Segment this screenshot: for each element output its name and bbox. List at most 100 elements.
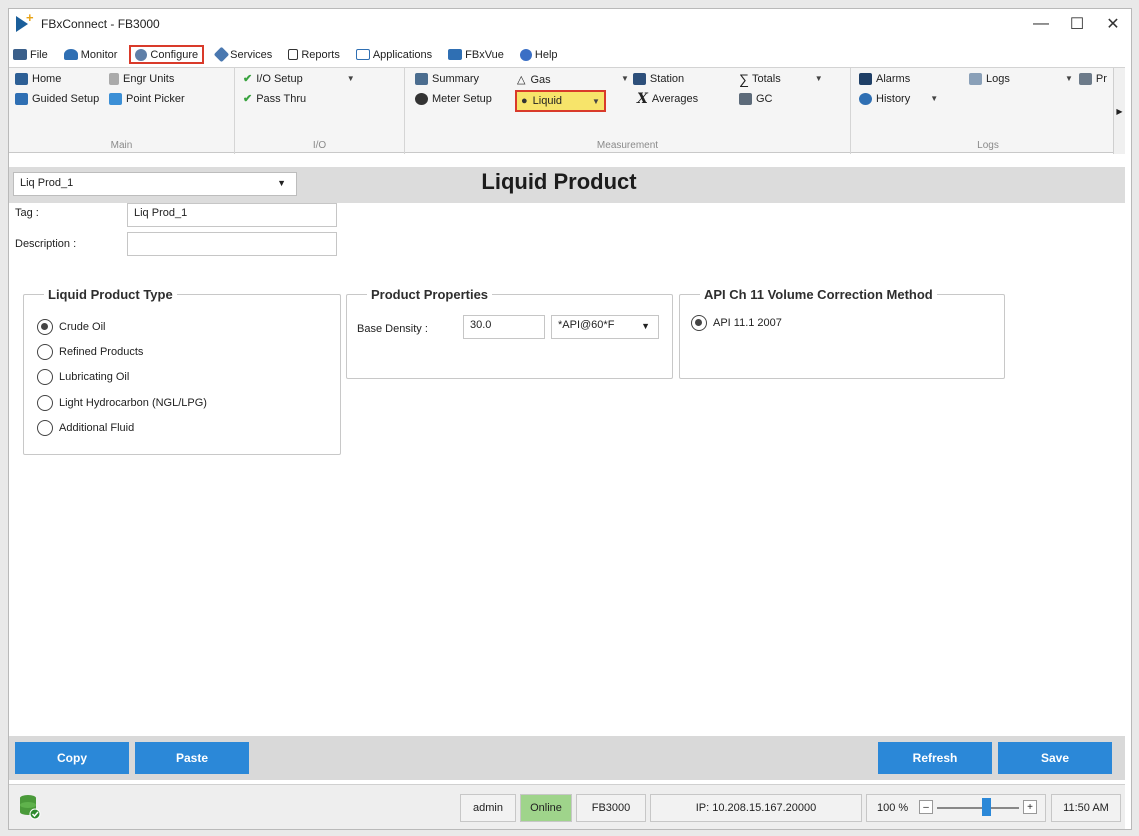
ribbon-history[interactable]: History ▼ (859, 90, 938, 107)
help-icon (519, 48, 532, 61)
menu-services[interactable]: Services (212, 45, 276, 64)
tools-icon (213, 46, 230, 63)
ribbon-guided-setup[interactable]: Guided Setup (15, 90, 99, 107)
base-density-field[interactable]: 30.0 (463, 315, 545, 339)
radio-button[interactable] (37, 395, 53, 411)
ribbon-point-picker[interactable]: Point Picker (109, 90, 185, 107)
radio-button[interactable] (691, 315, 707, 331)
tag-label: Tag : (15, 207, 39, 219)
api-ch11-legend: API Ch 11 Volume Correction Method (704, 287, 933, 302)
print-icon (1078, 72, 1092, 85)
close-button[interactable]: ✕ (1095, 9, 1131, 39)
description-label: Description : (15, 238, 77, 250)
ribbon: Home Engr Units Guided Setup Point Picke… (9, 67, 1125, 154)
radio-button[interactable] (37, 344, 53, 360)
ribbon-station[interactable]: ▼ Station (621, 70, 684, 87)
radio-api-11-1-2007[interactable]: API 11.1 2007 (691, 315, 782, 331)
alarm-icon (859, 72, 872, 85)
check-icon: ✔ (243, 93, 253, 105)
ribbon-group-io: ✔ I/O Setup ▼ ✔ Pass Thru I/O (235, 68, 405, 154)
ribbon-group-main: Home Engr Units Guided Setup Point Picke… (9, 68, 235, 154)
ribbon-scroll-right-icon[interactable]: ▶ (1113, 68, 1125, 154)
zoom-slider-track[interactable] (937, 807, 1019, 809)
ribbon-group-main-label: Main (110, 140, 133, 151)
maximize-button[interactable]: ☐ (1059, 9, 1095, 39)
ribbon-liquid[interactable]: ● Liquid ▼ (515, 90, 606, 112)
ribbon-gas[interactable]: △ Gas (517, 71, 551, 88)
menu-fbxvue[interactable]: FBxVue (444, 45, 508, 64)
ribbon-group-measurement: Summary Meter Setup △ Gas ● Liquid ▼ ▼ Stati… (405, 68, 851, 154)
ribbon-group-measurement-label: Measurement (596, 140, 659, 151)
liquid-product-type-legend: Liquid Product Type (48, 287, 173, 302)
menu-help[interactable]: Help (516, 45, 562, 64)
minimize-button[interactable]: — (1023, 9, 1059, 39)
summary-icon (415, 72, 428, 85)
ribbon-pass-thru[interactable]: ✔ Pass Thru (243, 90, 306, 107)
app-window: FBxConnect - FB3000 — ☐ ✕ File Monitor C… (8, 8, 1132, 830)
radio-button[interactable] (37, 420, 53, 436)
folder-icon (13, 49, 27, 60)
units-icon (109, 72, 119, 85)
ribbon-meter-setup[interactable]: Meter Setup (415, 90, 492, 107)
sigma-icon: ∑ (739, 70, 749, 87)
save-button[interactable]: Save (998, 742, 1112, 774)
chevron-down-icon[interactable]: ▼ (621, 74, 629, 83)
radio-lubricating-oil[interactable]: Lubricating Oil (37, 369, 129, 385)
window-icon (355, 49, 370, 60)
radio-additional-fluid[interactable]: Additional Fluid (37, 420, 134, 436)
copy-button[interactable]: Copy (15, 742, 129, 774)
check-icon: ✔ (243, 73, 253, 85)
zoom-in-button[interactable]: + (1023, 800, 1037, 814)
gear-icon (135, 48, 148, 61)
paste-button[interactable]: Paste (135, 742, 249, 774)
app-logo-icon (15, 10, 35, 33)
ribbon-engr-units[interactable]: Engr Units (109, 70, 174, 87)
ribbon-group-io-label: I/O (312, 140, 327, 151)
zoom-level: 100 % (877, 802, 909, 814)
tag-field[interactable]: Liq Prod_1 (127, 203, 337, 227)
density-unit-dropdown[interactable]: *API@60*F ▼ (551, 315, 659, 339)
refresh-button[interactable]: Refresh (878, 742, 992, 774)
api-ch11-group: API Ch 11 Volume Correction Method (679, 287, 1005, 379)
status-time: 11:50 AM (1051, 794, 1121, 822)
chevron-down-icon[interactable]: ▼ (815, 74, 823, 83)
radio-button[interactable] (37, 369, 53, 385)
ribbon-summary[interactable]: Summary (415, 70, 479, 87)
ribbon-gc[interactable]: GC (739, 90, 773, 107)
averages-icon: X (637, 90, 648, 107)
ribbon-totals[interactable]: ∑ Totals ▼ (739, 70, 823, 87)
ribbon-logs[interactable]: Logs (969, 70, 1010, 87)
radio-button[interactable] (37, 319, 53, 335)
radio-light-hydrocarbon[interactable]: Light Hydrocarbon (NGL/LPG) (37, 395, 207, 411)
menu-file[interactable]: File (9, 45, 52, 64)
chevron-down-icon: ▼ (277, 178, 286, 188)
ribbon-io-setup[interactable]: ✔ I/O Setup ▼ (243, 70, 355, 87)
menu-configure[interactable]: Configure (129, 45, 205, 64)
menu-applications[interactable]: Applications (352, 45, 436, 64)
description-field[interactable] (127, 232, 337, 256)
ribbon-print[interactable]: ▼ Pr (1065, 70, 1107, 87)
zoom-out-button[interactable]: – (919, 800, 933, 814)
zoom-control: 100 % – + (866, 794, 1046, 822)
menu-monitor[interactable]: Monitor (60, 45, 122, 64)
ribbon-home[interactable]: Home (15, 70, 61, 87)
chevron-down-icon[interactable]: ▼ (592, 97, 600, 106)
menu-reports[interactable]: Reports (284, 45, 344, 64)
status-ip: IP: 10.208.15.167.20000 (650, 794, 862, 822)
menu-bar: File Monitor Configure Services Reports … (9, 45, 1131, 64)
user-icon (448, 49, 463, 60)
radio-refined-products[interactable]: Refined Products (37, 344, 143, 360)
chevron-down-icon[interactable]: ▼ (1065, 74, 1073, 83)
ribbon-alarms[interactable]: Alarms (859, 70, 910, 87)
droplet-icon: ● (521, 95, 528, 107)
base-density-label: Base Density : (357, 323, 428, 335)
home-icon (15, 72, 28, 85)
ribbon-averages[interactable]: X Averages (637, 90, 698, 107)
product-selector[interactable]: Liq Prod_1 ▼ (13, 172, 297, 196)
density-unit-value: *API@60*F (558, 319, 615, 331)
product-properties-legend: Product Properties (371, 287, 489, 302)
chevron-down-icon[interactable]: ▼ (347, 74, 355, 83)
radio-crude-oil[interactable]: Crude Oil (37, 319, 105, 335)
zoom-slider-thumb[interactable] (982, 798, 992, 816)
chevron-down-icon[interactable]: ▼ (930, 94, 938, 103)
